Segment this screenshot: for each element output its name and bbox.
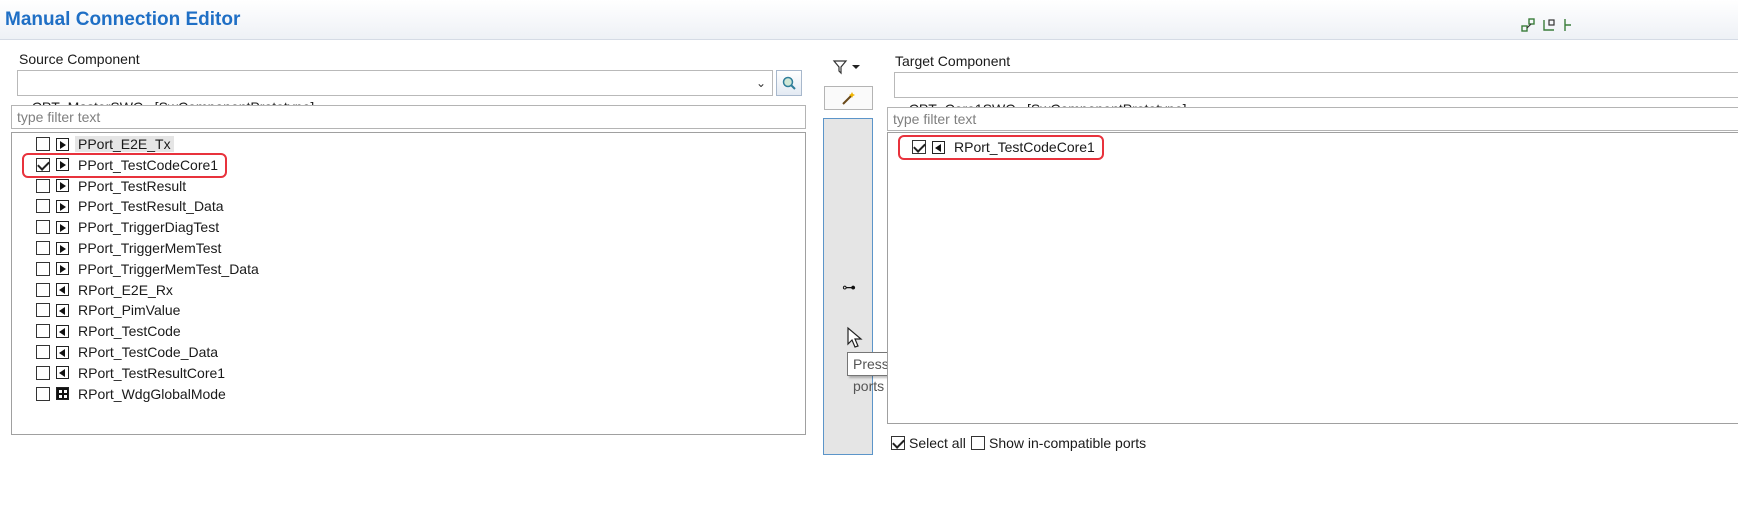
- chevron-down-icon[interactable]: ⌄: [756, 71, 766, 95]
- require-port-icon: [56, 303, 69, 317]
- port-checkbox[interactable]: [36, 178, 50, 193]
- port-row[interactable]: RPort_WdgGlobalMode: [36, 384, 229, 404]
- port-name: RPort_WdgGlobalMode: [78, 385, 226, 402]
- provide-port-icon: [56, 137, 69, 151]
- provide-port-icon: [56, 179, 69, 193]
- provide-port-icon: [56, 262, 69, 276]
- port-name: RPort_E2E_Rx: [78, 281, 173, 298]
- require-port-icon: [56, 324, 69, 338]
- port-checkbox[interactable]: [36, 282, 50, 297]
- port-checkbox[interactable]: [36, 345, 50, 359]
- port-row[interactable]: RPort_E2E_Rx: [36, 280, 176, 300]
- port-checkbox[interactable]: [36, 241, 50, 255]
- port-checkbox[interactable]: [36, 137, 50, 151]
- mode-port-icon: [56, 387, 69, 401]
- port-row[interactable]: RPort_PimValue: [36, 300, 183, 320]
- port-checkbox[interactable]: [36, 261, 50, 276]
- editor-title-bar: Manual Connection Editor: [0, 0, 1738, 40]
- auto-connect-button[interactable]: [824, 86, 873, 110]
- connect-ports-button[interactable]: ⊶: [823, 118, 873, 455]
- port-name: PPort_TestResult: [78, 177, 187, 194]
- port-row[interactable]: PPort_TriggerMemTest: [36, 238, 224, 258]
- port-row[interactable]: PPort_TriggerDiagTest: [36, 217, 222, 237]
- target-group-label: Target Component: [895, 53, 1011, 69]
- provide-port-icon: [56, 220, 69, 234]
- port-name: PPort_TriggerDiagTest: [78, 219, 220, 236]
- port-name: RPort_TestResultCore1: [78, 364, 226, 381]
- port-checkbox[interactable]: [36, 365, 50, 380]
- select-all-option[interactable]: Select all: [891, 434, 966, 452]
- port-checkbox[interactable]: [36, 386, 50, 401]
- show-incompatible-option[interactable]: Show in-compatible ports: [971, 434, 1146, 452]
- target-port-tree[interactable]: RPort_TestCodeCore1: [887, 132, 1738, 424]
- highlight-outline: [898, 135, 1104, 160]
- port-checkbox[interactable]: [36, 324, 50, 339]
- require-port-icon: [56, 345, 69, 359]
- port-name: RPort_TestCode_Data: [78, 344, 219, 360]
- source-component-combo[interactable]: CPT_MasterSWC [SwComponentPrototype] ⌄: [17, 70, 773, 115]
- provide-port-icon: [56, 199, 69, 213]
- connect-icon: ⊶: [842, 279, 856, 295]
- require-port-icon: [56, 283, 69, 297]
- provide-port-icon: [56, 241, 69, 255]
- show-incompatible-label: Show in-compatible ports: [989, 435, 1147, 451]
- layout-icon[interactable]: [1520, 17, 1536, 33]
- port-name: PPort_TriggerMemTest: [78, 240, 222, 256]
- port-name: PPort_TriggerMemTest_Data: [78, 260, 259, 277]
- port-row[interactable]: RPort_TestCode_Data: [36, 342, 221, 362]
- source-group-label: Source Component: [19, 51, 140, 67]
- port-row[interactable]: PPort_TestResult_Data: [36, 196, 227, 216]
- port-name: PPort_E2E_Tx: [75, 136, 174, 152]
- connect-layout-icon[interactable]: [1541, 17, 1557, 33]
- port-name: PPort_TestResult_Data: [78, 198, 224, 215]
- source-port-tree[interactable]: PPort_E2E_Tx PPort_TestCodeCore1 PPort_Tes…: [11, 132, 806, 435]
- port-name: RPort_PimValue: [78, 302, 181, 319]
- search-icon: [782, 76, 796, 90]
- require-port-icon: [56, 366, 69, 380]
- mouse-cursor-icon: [847, 326, 863, 348]
- port-row[interactable]: RPort_TestCode: [36, 321, 184, 341]
- target-component-combo[interactable]: CPT_Core1SWC [SwComponentPrototype]: [894, 72, 1738, 117]
- port-checkbox[interactable]: [36, 220, 50, 235]
- port-row[interactable]: RPort_TestResultCore1: [36, 363, 228, 383]
- browse-component-button[interactable]: [776, 70, 802, 96]
- source-filter-input[interactable]: type filter text: [11, 105, 806, 129]
- highlight-outline: [22, 153, 227, 178]
- select-all-checkbox[interactable]: [891, 436, 905, 450]
- select-all-label: Select all: [909, 435, 966, 451]
- filter-icon[interactable]: [830, 58, 866, 76]
- port-checkbox[interactable]: [36, 303, 50, 318]
- overflow-icon[interactable]: [1562, 17, 1572, 33]
- port-checkbox[interactable]: [36, 199, 50, 214]
- port-row[interactable]: PPort_TriggerMemTest_Data: [36, 259, 262, 279]
- port-name: RPort_TestCode: [78, 323, 181, 340]
- show-incompatible-checkbox[interactable]: [971, 436, 985, 450]
- editor-title: Manual Connection Editor: [5, 9, 241, 30]
- port-row[interactable]: PPort_TestResult: [36, 176, 189, 196]
- port-row[interactable]: PPort_E2E_Tx: [36, 134, 174, 154]
- magic-wand-icon: [841, 92, 855, 105]
- target-filter-input[interactable]: type filter text: [887, 107, 1738, 131]
